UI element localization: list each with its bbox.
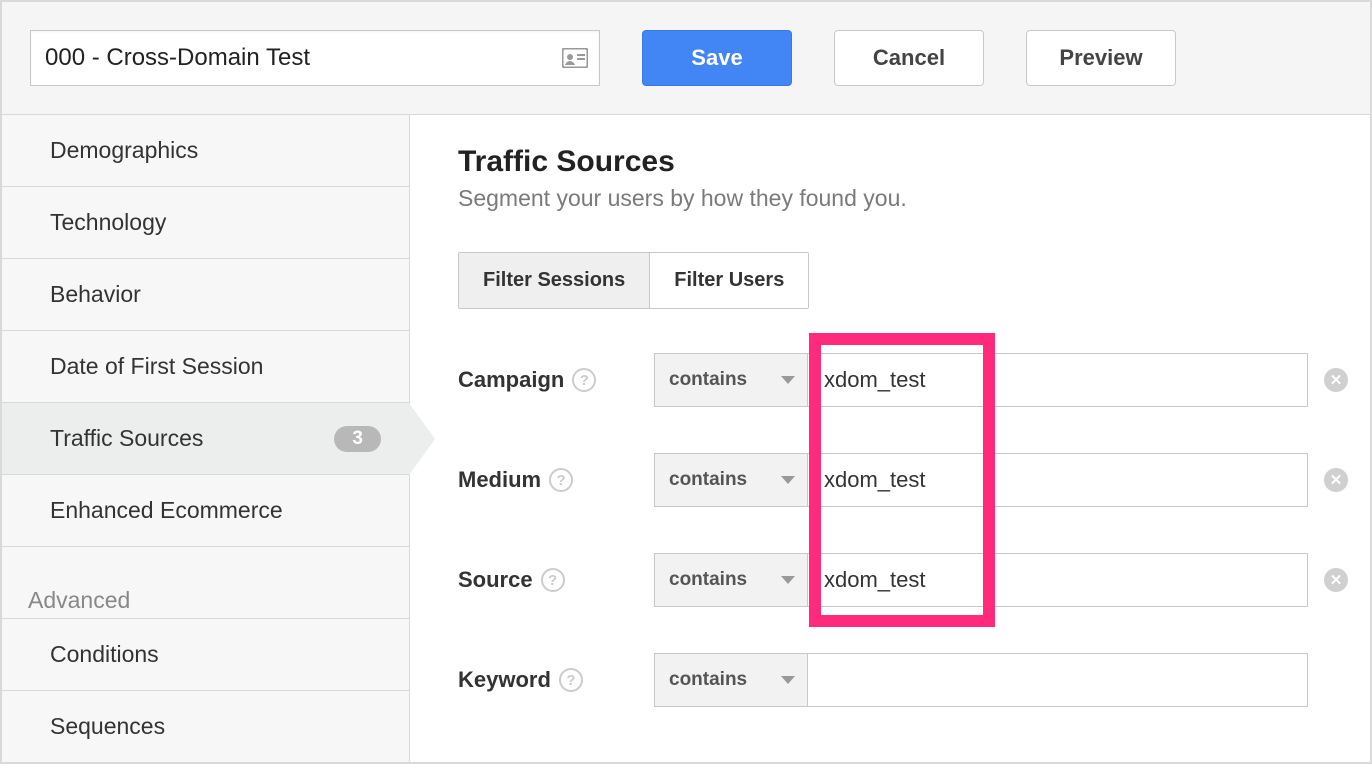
sidebar-item-label: Date of First Session [50, 353, 263, 380]
filter-count-badge: 3 [334, 426, 381, 452]
help-icon[interactable]: ? [549, 468, 573, 492]
content-area: Demographics Technology Behavior Date of… [2, 115, 1370, 762]
top-bar: Save Cancel Preview [2, 2, 1370, 115]
chevron-down-icon [781, 676, 795, 684]
filter-row-medium: Medium ? contains ✕ [458, 453, 1370, 507]
sidebar-item-technology[interactable]: Technology [2, 187, 409, 259]
sidebar-item-traffic-sources[interactable]: Traffic Sources 3 [2, 403, 409, 475]
operator-dropdown[interactable]: contains [654, 353, 808, 407]
sidebar-item-label: Conditions [50, 641, 159, 668]
row-label: Source ? [458, 567, 630, 593]
save-button[interactable]: Save [642, 30, 792, 86]
operator-dropdown[interactable]: contains [654, 453, 808, 507]
id-card-icon [562, 48, 588, 68]
sidebar: Demographics Technology Behavior Date of… [2, 115, 410, 762]
panel-title: Traffic Sources [458, 145, 1370, 179]
clear-icon[interactable]: ✕ [1324, 568, 1348, 592]
help-icon[interactable]: ? [541, 568, 565, 592]
filter-rows: Campaign ? contains ✕ Medium ? [458, 353, 1370, 707]
filter-sessions-button[interactable]: Filter Sessions [459, 253, 649, 308]
sidebar-item-sequences[interactable]: Sequences [2, 691, 409, 763]
sidebar-item-conditions[interactable]: Conditions [2, 619, 409, 691]
sidebar-item-demographics[interactable]: Demographics [2, 115, 409, 187]
segment-name-wrap [30, 30, 600, 86]
help-icon[interactable]: ? [572, 368, 596, 392]
operator-dropdown[interactable]: contains [654, 553, 808, 607]
segment-name-input[interactable] [30, 30, 600, 86]
sidebar-item-label: Sequences [50, 713, 165, 740]
operator-dropdown[interactable]: contains [654, 653, 808, 707]
source-value-input[interactable] [808, 553, 1308, 607]
row-label: Keyword ? [458, 667, 630, 693]
chevron-down-icon [781, 576, 795, 584]
cancel-button[interactable]: Cancel [834, 30, 984, 86]
campaign-value-input[interactable] [808, 353, 1308, 407]
sidebar-item-label: Behavior [50, 281, 141, 308]
help-icon[interactable]: ? [559, 668, 583, 692]
filter-users-button[interactable]: Filter Users [649, 253, 808, 308]
clear-icon[interactable]: ✕ [1324, 468, 1348, 492]
sidebar-item-label: Traffic Sources [50, 425, 203, 452]
panel-subtitle: Segment your users by how they found you… [458, 185, 1370, 212]
chevron-down-icon [781, 476, 795, 484]
advanced-section-label: Advanced [2, 547, 409, 619]
segment-editor: Save Cancel Preview Demographics Technol… [0, 0, 1372, 764]
sidebar-item-label: Enhanced Ecommerce [50, 497, 283, 524]
chevron-down-icon [781, 376, 795, 384]
sidebar-item-enhanced-ecommerce[interactable]: Enhanced Ecommerce [2, 475, 409, 547]
row-label: Campaign ? [458, 367, 630, 393]
preview-button[interactable]: Preview [1026, 30, 1176, 86]
sidebar-item-label: Technology [50, 209, 166, 236]
row-label: Medium ? [458, 467, 630, 493]
sidebar-item-date-first-session[interactable]: Date of First Session [2, 331, 409, 403]
keyword-value-input[interactable] [808, 653, 1308, 707]
sidebar-item-behavior[interactable]: Behavior [2, 259, 409, 331]
filter-row-keyword: Keyword ? contains [458, 653, 1370, 707]
sidebar-item-label: Demographics [50, 137, 198, 164]
filter-row-source: Source ? contains ✕ [458, 553, 1370, 607]
filter-row-campaign: Campaign ? contains ✕ [458, 353, 1370, 407]
clear-icon[interactable]: ✕ [1324, 368, 1348, 392]
filter-scope-toggle: Filter Sessions Filter Users [458, 252, 809, 309]
main-panel: Traffic Sources Segment your users by ho… [410, 115, 1370, 762]
medium-value-input[interactable] [808, 453, 1308, 507]
